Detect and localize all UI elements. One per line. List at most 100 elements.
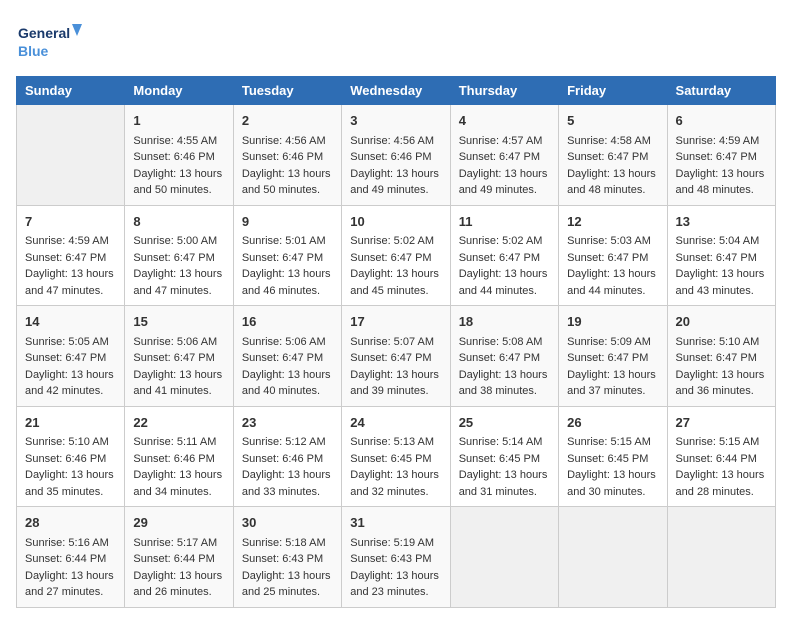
daylight-text: Daylight: 13 hours and 25 minutes. [242,568,333,601]
calendar-cell: 27Sunrise: 5:15 AMSunset: 6:44 PMDayligh… [667,406,775,507]
calendar-cell: 10Sunrise: 5:02 AMSunset: 6:47 PMDayligh… [342,205,450,306]
sunrise-text: Sunrise: 4:56 AM [242,133,333,150]
day-number: 12 [567,212,658,232]
daylight-text: Daylight: 13 hours and 31 minutes. [459,467,550,500]
calendar-cell: 6Sunrise: 4:59 AMSunset: 6:47 PMDaylight… [667,105,775,206]
daylight-text: Daylight: 13 hours and 34 minutes. [133,467,224,500]
sunset-text: Sunset: 6:43 PM [242,551,333,568]
day-number: 19 [567,312,658,332]
sunset-text: Sunset: 6:47 PM [567,149,658,166]
daylight-text: Daylight: 13 hours and 50 minutes. [242,166,333,199]
calendar-cell: 25Sunrise: 5:14 AMSunset: 6:45 PMDayligh… [450,406,558,507]
day-number: 26 [567,413,658,433]
calendar-cell: 2Sunrise: 4:56 AMSunset: 6:46 PMDaylight… [233,105,341,206]
sunset-text: Sunset: 6:47 PM [459,250,550,267]
sunrise-text: Sunrise: 5:07 AM [350,334,441,351]
daylight-text: Daylight: 13 hours and 44 minutes. [459,266,550,299]
sunset-text: Sunset: 6:46 PM [242,149,333,166]
daylight-text: Daylight: 13 hours and 49 minutes. [350,166,441,199]
sunset-text: Sunset: 6:47 PM [25,250,116,267]
day-header-sunday: Sunday [17,77,125,105]
week-row-5: 28 Sunrise: 5:16 AM Sunset: 6:44 PM Dayligh… [17,507,776,608]
sunset-text: Sunset: 6:46 PM [350,149,441,166]
calendar-cell: 3Sunrise: 4:56 AMSunset: 6:46 PMDaylight… [342,105,450,206]
sunrise-text: Sunrise: 4:57 AM [459,133,550,150]
day-number: 7 [25,212,116,232]
calendar-table: SundayMondayTuesdayWednesdayThursdayFrid… [16,76,776,608]
daylight-text: Daylight: 13 hours and 47 minutes. [25,266,116,299]
calendar-cell: 24Sunrise: 5:13 AMSunset: 6:45 PMDayligh… [342,406,450,507]
sunrise-text: Sunrise: 5:15 AM [567,434,658,451]
calendar-cell [17,105,125,206]
week-row-4: 21Sunrise: 5:10 AMSunset: 6:46 PMDayligh… [17,406,776,507]
daylight-text: Daylight: 13 hours and 43 minutes. [676,266,767,299]
sunrise-text: Sunrise: 5:11 AM [133,434,224,451]
calendar-cell: 31Sunrise: 5:19 AMSunset: 6:43 PMDayligh… [342,507,450,608]
calendar-cell: 17 Sunrise: 5:07 AMSunset: 6:47 PMDayligh… [342,306,450,407]
calendar-cell: 7Sunrise: 4:59 AMSunset: 6:47 PMDaylight… [17,205,125,306]
sunset-text: Sunset: 6:46 PM [133,451,224,468]
daylight-text: Daylight: 13 hours and 28 minutes. [676,467,767,500]
day-number: 9 [242,212,333,232]
calendar-cell: 26Sunrise: 5:15 AMSunset: 6:45 PMDayligh… [559,406,667,507]
sunrise-text: Sunrise: 5:14 AM [459,434,550,451]
day-number: 20 [676,312,767,332]
sunset-text: Sunset: 6:47 PM [567,250,658,267]
daylight-text: Daylight: 13 hours and 39 minutes. [350,367,441,400]
sunset-text: Sunset: 6:47 PM [350,250,441,267]
sunset-text: Sunset: 6:47 PM [676,350,767,367]
day-number: 31 [350,513,441,533]
sunrise-text: Sunrise: 5:12 AM [242,434,333,451]
day-number: 17 [350,312,441,332]
svg-text:General: General [18,25,70,41]
day-number: 13 [676,212,767,232]
sunset-text: Sunset: 6:45 PM [459,451,550,468]
sunrise-text: Sunrise: 5:18 AM [242,535,333,552]
calendar-cell: 29Sunrise: 5:17 AMSunset: 6:44 PMDayligh… [125,507,233,608]
sunset-text: Sunset: 6:46 PM [242,451,333,468]
calendar-cell [450,507,558,608]
sunrise-text: Sunrise: 5:19 AM [350,535,441,552]
calendar-cell: 1Sunrise: 4:55 AMSunset: 6:46 PMDaylight… [125,105,233,206]
sunset-text: Sunset: 6:47 PM [676,149,767,166]
calendar-cell: 5Sunrise: 4:58 AMSunset: 6:47 PMDaylight… [559,105,667,206]
calendar-cell: 4Sunrise: 4:57 AMSunset: 6:47 PMDaylight… [450,105,558,206]
daylight-text: Daylight: 13 hours and 48 minutes. [676,166,767,199]
sunrise-text: Sunrise: 5:16 AM [25,535,116,552]
sunset-text: Sunset: 6:47 PM [676,250,767,267]
day-number: 28 [25,513,116,533]
sunrise-text: Sunrise: 5:09 AM [567,334,658,351]
sunrise-text: Sunrise: 5:01 AM [242,233,333,250]
sunrise-text: Sunrise: 5:06 AM [242,334,333,351]
daylight-text: Daylight: 13 hours and 46 minutes. [242,266,333,299]
day-header-thursday: Thursday [450,77,558,105]
calendar-cell: 9Sunrise: 5:01 AMSunset: 6:47 PMDaylight… [233,205,341,306]
sunrise-text: Sunrise: 5:10 AM [25,434,116,451]
sunrise-text: Sunrise: 5:05 AM [25,334,116,351]
sunrise-text: Sunrise: 4:55 AM [133,133,224,150]
calendar-cell: 23Sunrise: 5:12 AMSunset: 6:46 PMDayligh… [233,406,341,507]
svg-text:Blue: Blue [18,43,49,59]
day-number: 10 [350,212,441,232]
sunset-text: Sunset: 6:47 PM [459,350,550,367]
day-number: 27 [676,413,767,433]
sunrise-text: Sunrise: 5:04 AM [676,233,767,250]
day-number: 14 [25,312,116,332]
day-number: 1 [133,111,224,131]
sunrise-text: Sunrise: 4:56 AM [350,133,441,150]
sunset-text: Sunset: 6:44 PM [133,551,224,568]
calendar-cell: 11Sunrise: 5:02 AMSunset: 6:47 PMDayligh… [450,205,558,306]
day-number: 25 [459,413,550,433]
daylight-text: Daylight: 13 hours and 45 minutes. [350,266,441,299]
sunset-text: Sunset: 6:47 PM [350,350,441,367]
daylight-text: Daylight: 13 hours and 35 minutes. [25,467,116,500]
sunset-text: Sunset: 6:47 PM [459,149,550,166]
calendar-cell: 21Sunrise: 5:10 AMSunset: 6:46 PMDayligh… [17,406,125,507]
day-number: 29 [133,513,224,533]
daylight-text: Daylight: 13 hours and 48 minutes. [567,166,658,199]
logo: General Blue [16,16,86,66]
daylight-text: Daylight: 13 hours and 33 minutes. [242,467,333,500]
calendar-cell: 22Sunrise: 5:11 AMSunset: 6:46 PMDayligh… [125,406,233,507]
sunset-text: Sunset: 6:47 PM [567,350,658,367]
calendar-cell: 8Sunrise: 5:00 AMSunset: 6:47 PMDaylight… [125,205,233,306]
